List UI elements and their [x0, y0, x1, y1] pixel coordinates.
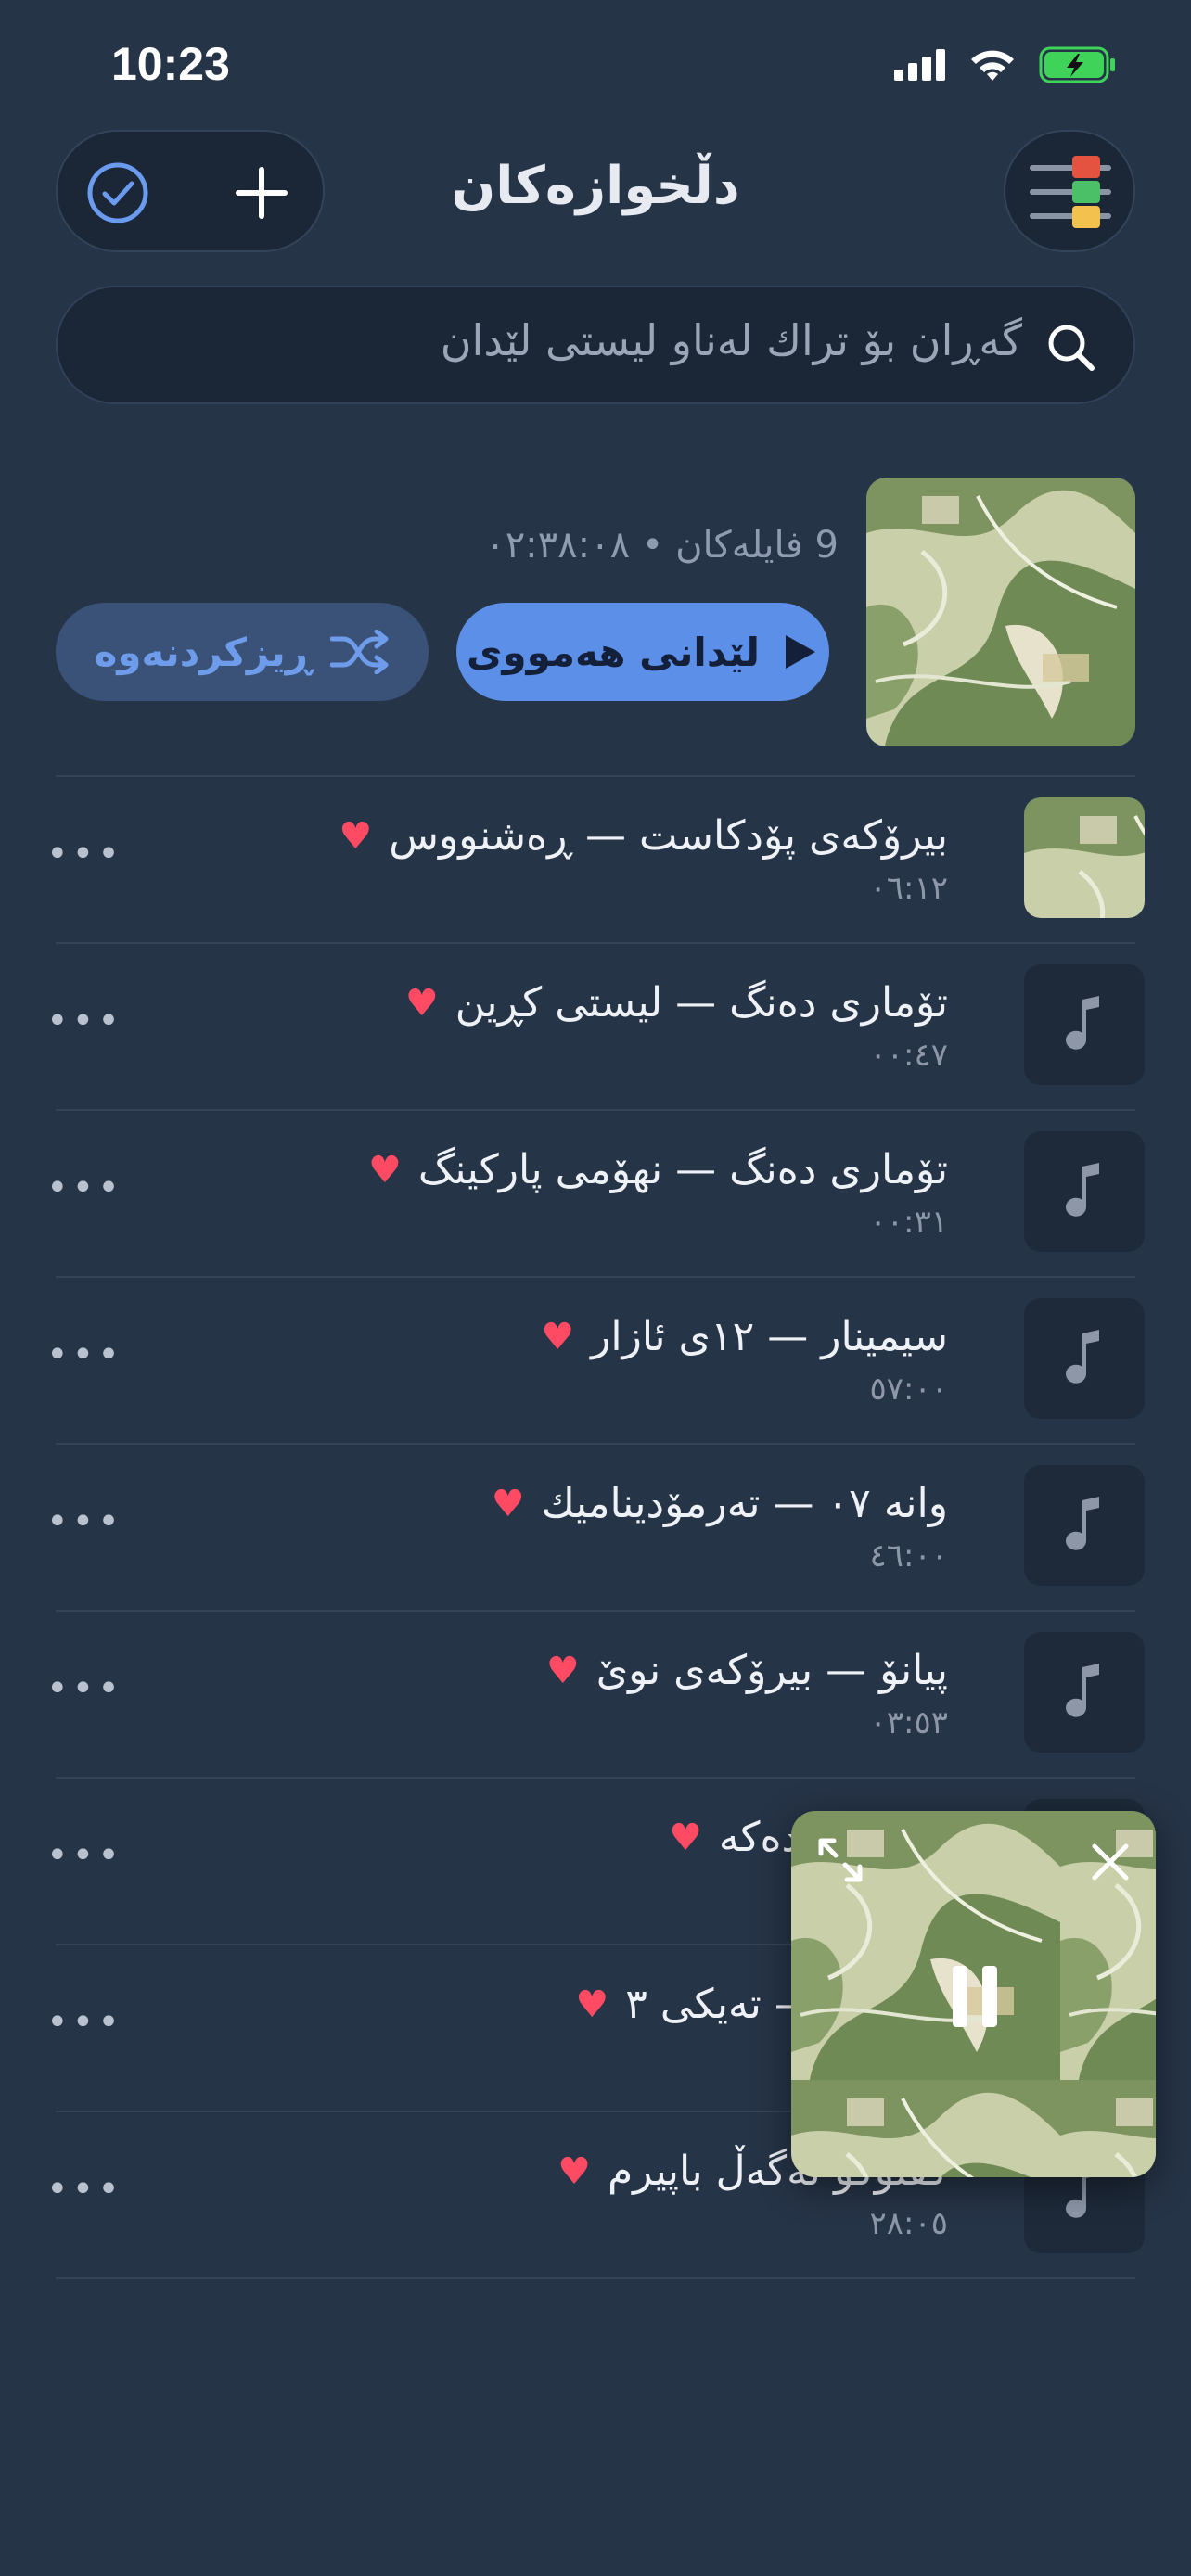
play-all-button[interactable]: لێدانی هەمووی: [456, 603, 829, 701]
music-note-icon: [1024, 1465, 1145, 1586]
track-duration: ٥٧:٠٠: [869, 1371, 948, 1408]
track-title: تۆماری دەنگ — لیستی کڕین: [455, 979, 948, 1027]
cellular-signal-icon: [894, 49, 945, 81]
search-placeholder: گەڕان بۆ تراك لەناو لیستی لێدان: [440, 315, 1022, 365]
favorite-heart-icon[interactable]: ♥: [339, 815, 372, 858]
track-title: وانە ٠٧ — تەرمۆدینامیك: [541, 1480, 948, 1527]
more-options-icon[interactable]: •••: [46, 2168, 123, 2211]
track-row[interactable]: تۆماری دەنگ — لیستی کڕین ♥ ٠٠:٤٧ •••: [0, 944, 1191, 1111]
search-field[interactable]: گەڕان بۆ تراك لەناو لیستی لێدان: [56, 286, 1135, 404]
more-options-icon[interactable]: •••: [46, 1667, 123, 1710]
play-icon: [786, 635, 815, 669]
playlist-meta: 9 فایلەکان • ٠٢:٣٨:٠٨: [485, 524, 839, 567]
close-icon[interactable]: [1091, 1843, 1130, 1881]
track-title: تۆماری دەنگ — نهۆمی پارکینگ: [417, 1146, 948, 1193]
shuffle-button[interactable]: ڕیزکردنەوە: [56, 603, 429, 701]
track-duration: ٠٠:٣١: [869, 1204, 948, 1241]
favorite-heart-icon[interactable]: ♥: [575, 1983, 608, 2026]
clock: 10:23: [111, 38, 230, 90]
play-all-label: لێدانی هەمووی: [467, 629, 760, 675]
status-icons: [894, 46, 1117, 83]
track-duration: ٠٦:١٢: [869, 870, 948, 907]
playlist-header: 9 فایلەکان • ٠٢:٣٨:٠٨ لێدانی هەمووی ڕیزک…: [0, 478, 1191, 756]
track-title-line: سیمینار — ١٢ی ئازار ♥: [541, 1313, 948, 1360]
shuffle-label: ڕیزکردنەوە: [94, 629, 313, 675]
favorite-heart-icon[interactable]: ♥: [405, 982, 439, 1025]
favorite-heart-icon[interactable]: ♥: [546, 1650, 580, 1692]
track-title-line: وانە ٠٧ — تەرمۆدینامیك ♥: [492, 1480, 948, 1527]
playlist-cover-art: [866, 478, 1135, 746]
track-title-line: تۆماری دەنگ — نهۆمی پارکینگ ♥: [368, 1146, 948, 1193]
more-options-icon[interactable]: •••: [46, 833, 123, 875]
track-duration: ٠٠:٤٧: [869, 1037, 948, 1074]
shuffle-icon: [330, 630, 389, 674]
track-title-line: پیانۆ — بیرۆکەی نوێ ♥: [546, 1647, 948, 1694]
more-options-icon[interactable]: •••: [46, 2001, 123, 2044]
search-icon: [1048, 325, 1095, 371]
track-title: بیرۆکەی پۆدکاست — ڕەشنووس: [389, 812, 948, 860]
favorite-heart-icon[interactable]: ♥: [669, 1817, 702, 1859]
battery-charging-icon: [1039, 46, 1115, 83]
track-title: سیمینار — ١٢ی ئازار: [591, 1313, 948, 1360]
music-note-icon: [1024, 1131, 1145, 1252]
favorite-heart-icon[interactable]: ♥: [492, 1483, 525, 1525]
music-note-icon: [1024, 1632, 1145, 1753]
divider: [56, 2277, 1135, 2279]
navigation-header: دڵخوازەکان: [0, 130, 1191, 260]
track-row[interactable]: پیانۆ — بیرۆکەی نوێ ♥ ٠٣:٥٣ •••: [0, 1612, 1191, 1779]
more-options-icon[interactable]: •••: [46, 1000, 123, 1042]
music-note-icon: [1024, 1298, 1145, 1419]
track-row[interactable]: سیمینار — ١٢ی ئازار ♥ ٥٧:٠٠ •••: [0, 1278, 1191, 1445]
track-row[interactable]: تۆماری دەنگ — نهۆمی پارکینگ ♥ ٠٠:٣١ •••: [0, 1111, 1191, 1278]
track-title: پیانۆ — بیرۆکەی نوێ: [596, 1647, 948, 1694]
expand-icon[interactable]: [817, 1837, 864, 1883]
track-duration: ٢٨:٠٥: [869, 2205, 948, 2242]
more-options-icon[interactable]: •••: [46, 1834, 123, 1877]
queue-menu-button[interactable]: [1004, 130, 1135, 252]
favorite-heart-icon[interactable]: ♥: [541, 1316, 574, 1358]
pause-icon[interactable]: [949, 1964, 1001, 2029]
track-title-line: تۆماری دەنگ — لیستی کڕین ♥: [405, 979, 948, 1027]
track-duration: ٤٦:٠٠: [869, 1537, 948, 1575]
favorite-heart-icon[interactable]: ♥: [368, 1149, 402, 1192]
more-options-icon[interactable]: •••: [46, 1500, 123, 1543]
favorite-heart-icon[interactable]: ♥: [557, 2150, 591, 2193]
track-row[interactable]: بیرۆکەی پۆدکاست — ڕەشنووس ♥ ٠٦:١٢ •••: [0, 777, 1191, 944]
status-bar: 10:23: [0, 0, 1191, 130]
track-title-line: بیرۆکەی پۆدکاست — ڕەشنووس ♥: [339, 812, 948, 860]
mini-player[interactable]: [791, 1811, 1156, 2177]
track-artwork: [1024, 797, 1145, 918]
more-options-icon[interactable]: •••: [46, 1333, 123, 1376]
track-duration: ٠٣:٥٣: [869, 1704, 948, 1741]
wifi-icon: [971, 50, 1014, 81]
music-note-icon: [1024, 964, 1145, 1085]
track-row[interactable]: وانە ٠٧ — تەرمۆدینامیك ♥ ٤٦:٠٠ •••: [0, 1445, 1191, 1612]
colored-list-icon: [1030, 156, 1111, 228]
more-options-icon[interactable]: •••: [46, 1167, 123, 1209]
